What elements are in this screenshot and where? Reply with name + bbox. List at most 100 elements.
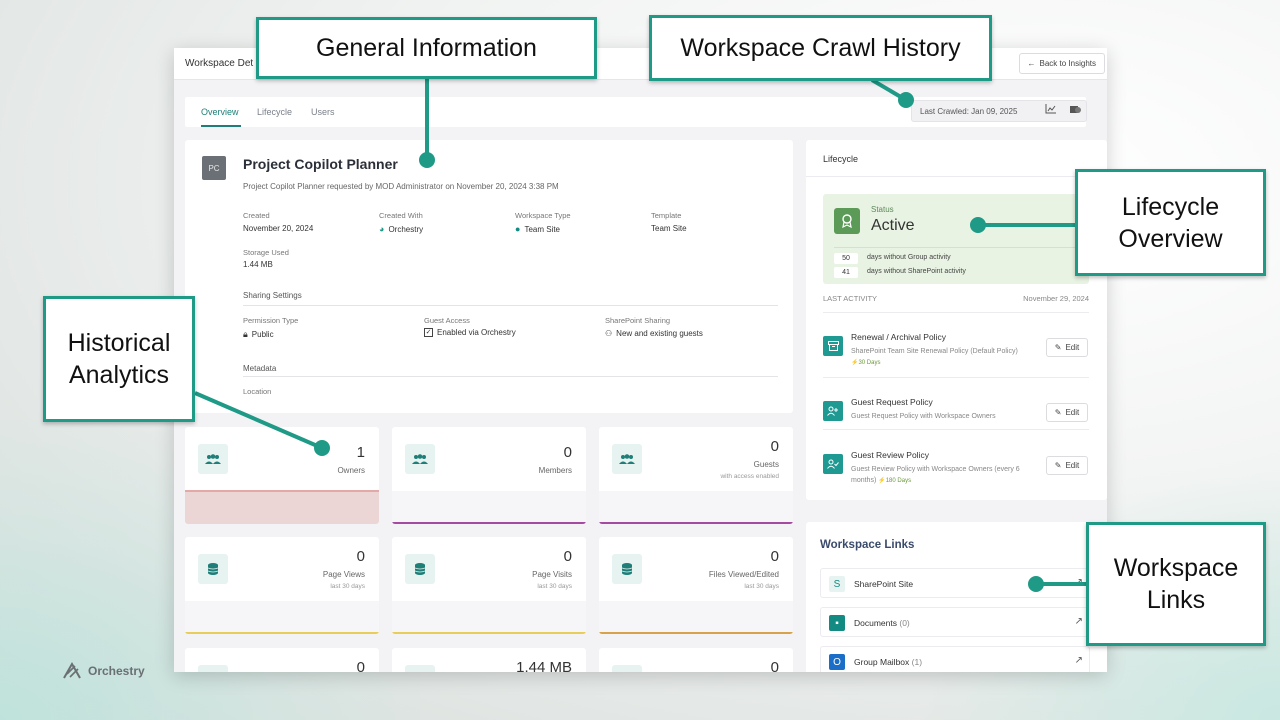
stat-label: Files Viewed/Edited	[708, 570, 779, 579]
stat-label: Members	[538, 466, 572, 475]
stat-value: 0	[770, 659, 779, 672]
template-value: Team Site	[651, 224, 687, 233]
active-tab-indicator	[201, 125, 241, 127]
app-window: Workspace Det ← Back to Insights Overvie…	[174, 48, 1107, 672]
stat-sparkline	[392, 522, 586, 524]
sharepoint-icon: S	[829, 576, 845, 592]
link-label-text: Documents	[854, 618, 897, 628]
created-with-text: Orchestry	[388, 224, 424, 234]
stat-card-page-views[interactable]: 0 Page Views last 30 days	[185, 537, 379, 634]
checkbox-icon: ✓	[424, 328, 433, 337]
tab-overview[interactable]: Overview	[201, 107, 239, 117]
created-with-label: Created With	[379, 211, 423, 220]
status-box: Status Active 50 days without Group acti…	[823, 194, 1089, 284]
external-link-icon[interactable]: ↗	[1075, 577, 1083, 588]
edit-guest-request-policy-button[interactable]: ✎ Edit	[1046, 403, 1088, 422]
stat-value: 0	[770, 438, 779, 455]
workspace-type-value: ● Team Site	[515, 224, 560, 234]
callout-workspace-links: Workspace Links	[1086, 522, 1266, 646]
pencil-icon: ✎	[1054, 461, 1062, 470]
lifecycle-card: Lifecycle Status Active 50 days without …	[806, 140, 1107, 500]
link-label-text: Group Mailbox	[854, 657, 910, 667]
workspace-links-card: Workspace Links S SharePoint Site ↗ ▪ Do…	[806, 522, 1107, 672]
stat-sparkline	[599, 522, 793, 524]
last-activity-label: LAST ACTIVITY	[823, 294, 878, 303]
tab-users[interactable]: Users	[311, 107, 335, 117]
database-icon	[198, 554, 228, 584]
template-label: Template	[651, 211, 682, 220]
crawl-history-icon[interactable]	[1064, 104, 1086, 120]
stat-sparkline	[185, 632, 379, 634]
orchestry-logo-text: Orchestry	[88, 664, 145, 678]
stat-sparkline-area	[185, 492, 379, 524]
stat-card-files-viewed[interactable]: 0 Files Viewed/Edited last 30 days	[599, 537, 793, 634]
divider	[243, 376, 778, 377]
policy-badge: ⚡30 Days	[851, 360, 881, 366]
stat-card[interactable]: 0	[599, 648, 793, 672]
stat-card-owners[interactable]: 1 Owners	[185, 427, 379, 524]
link-group-mailbox[interactable]: O Group Mailbox (1) ↗	[820, 646, 1090, 672]
database-icon	[612, 665, 642, 672]
stat-card-guests[interactable]: 0 Guests with access enabled	[599, 427, 793, 524]
external-link-icon[interactable]: ↗	[1075, 616, 1083, 627]
created-value: November 20, 2024	[243, 224, 314, 233]
database-icon	[198, 665, 228, 672]
pencil-icon: ✎	[1054, 408, 1062, 417]
policy-description-text: SharePoint Team Site Renewal Policy (Def…	[851, 348, 1018, 355]
workspace-type-text: Team Site	[524, 224, 561, 234]
permission-type-value: 🔒︎ Public	[243, 329, 274, 340]
general-information-card: PC Project Copilot Planner Project Copil…	[185, 140, 793, 413]
divider	[823, 377, 1089, 378]
stat-sparkline	[599, 632, 793, 634]
stat-card[interactable]: 0	[185, 648, 379, 672]
link-documents[interactable]: ▪ Documents (0) ↗	[820, 607, 1090, 637]
policy-description-text: Guest Review Policy with Workspace Owner…	[851, 466, 1020, 484]
divider	[834, 247, 1078, 248]
divider	[823, 312, 1089, 313]
award-icon	[834, 208, 860, 234]
stat-card-members[interactable]: 0 Members	[392, 427, 586, 524]
location-label: Location	[243, 387, 272, 396]
tab-lifecycle[interactable]: Lifecycle	[257, 107, 292, 117]
stat-sparkline-area	[599, 601, 793, 634]
crawl-history: Last Crawled: Jan 09, 2025	[911, 100, 1087, 122]
database-icon	[405, 554, 435, 584]
stat-sparkline	[392, 632, 586, 634]
lock-icon: 🔒︎	[243, 329, 248, 339]
link-sharepoint-site[interactable]: S SharePoint Site ↗	[820, 568, 1090, 598]
back-to-insights-button[interactable]: ← Back to Insights	[1018, 53, 1105, 74]
edit-renewal-policy-button[interactable]: ✎ Edit	[1046, 338, 1088, 357]
sharepoint-icon: ●	[515, 224, 521, 234]
people-icon	[198, 444, 228, 474]
stat-value: 0	[356, 548, 365, 565]
external-link-icon[interactable]: ↗	[1075, 655, 1083, 666]
database-icon	[612, 554, 642, 584]
chart-icon[interactable]	[1040, 104, 1062, 120]
link-label-text: SharePoint Site	[854, 579, 914, 589]
lifecycle-heading: Lifecycle	[823, 154, 859, 164]
orchestry-logo: Orchestry	[62, 662, 145, 680]
policy-description: SharePoint Team Site Renewal Policy (Def…	[851, 346, 1021, 369]
outlook-icon: O	[829, 654, 845, 670]
people-icon	[612, 444, 642, 474]
arrow-left-icon: ←	[1027, 59, 1036, 68]
status-value: Active	[871, 217, 915, 234]
back-button-label: Back to Insights	[1039, 59, 1096, 68]
stat-label: Page Views	[322, 570, 365, 579]
edit-guest-review-policy-button[interactable]: ✎ Edit	[1046, 456, 1088, 475]
edit-label: Edit	[1065, 343, 1080, 352]
stat-sparkline-area	[185, 601, 379, 634]
stat-label: Page Visits	[532, 570, 572, 579]
sp-days-count: 41	[834, 267, 858, 278]
stat-label: Guests	[753, 460, 779, 469]
divider	[823, 429, 1089, 430]
stat-value: 1.44 MB	[516, 659, 572, 672]
stat-card-page-visits[interactable]: 0 Page Visits last 30 days	[392, 537, 586, 634]
stat-card-storage[interactable]: 1.44 MB	[392, 648, 586, 672]
edit-label: Edit	[1065, 461, 1080, 470]
sp-days-text: days without SharePoint activity	[867, 268, 966, 275]
stat-value: 1	[356, 444, 365, 461]
guest-access-text: Enabled via Orchestry	[437, 328, 516, 337]
callout-crawl-history: Workspace Crawl History	[649, 15, 992, 81]
group-days-count: 50	[834, 253, 858, 264]
